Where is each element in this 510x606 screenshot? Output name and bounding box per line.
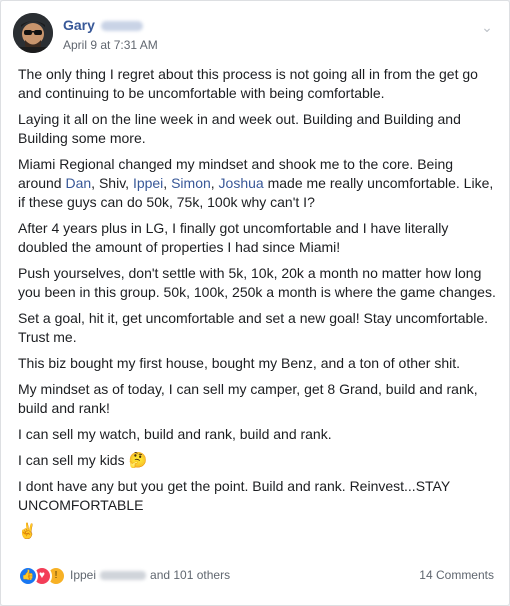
paragraph: Set a goal, hit it, get uncomfortable an… (18, 310, 489, 345)
thinking-emoji-icon: 🤔 (128, 452, 148, 469)
tag-link-simon[interactable]: Simon (171, 175, 211, 191)
paragraph: This biz bought my first house, bought m… (18, 355, 461, 371)
post-timestamp[interactable]: April 9 at 7:31 AM (63, 38, 158, 52)
chevron-down-icon[interactable]: ⌄ (477, 17, 497, 37)
post-card: Gary April 9 at 7:31 AM ⌄ The only thing… (0, 0, 510, 606)
redacted-surname (100, 21, 143, 32)
paragraph: I dont have any but you get the point. B… (18, 478, 450, 513)
paragraph: I can sell my kids 🤔 (18, 452, 148, 469)
post-header: Gary April 9 at 7:31 AM ⌄ (13, 13, 497, 57)
post-footer: 👍 ♥ ! Ippei and 101 others 14 Comments (18, 564, 494, 586)
paragraph: My mindset as of today, I can sell my ca… (18, 381, 478, 416)
author-name[interactable]: Gary (63, 17, 143, 33)
like-reaction-icon: 👍 (18, 566, 38, 586)
comments-count-link[interactable]: 14 Comments (419, 568, 494, 582)
tag-link-ippei[interactable]: Ippei (133, 175, 163, 191)
paragraph: ✌ (18, 522, 496, 541)
peace-emoji-icon: ✌ (18, 523, 37, 540)
paragraph: The only thing I regret about this proce… (18, 66, 478, 101)
tag-text-shiv: Shiv (98, 175, 126, 191)
paragraph-with-tags: Miami Regional changed my mindset and sh… (18, 156, 494, 210)
paragraph: Push yourselves, don't settle with 5k, 1… (18, 265, 496, 300)
reaction-summary[interactable]: Ippei and 101 others (70, 568, 230, 582)
post-body: The only thing I regret about this proce… (18, 65, 496, 548)
paragraph: Laying it all on the line week in and we… (18, 111, 461, 146)
paragraph: After 4 years plus in LG, I finally got … (18, 220, 449, 255)
author-avatar[interactable] (13, 13, 53, 53)
avatar-image (13, 13, 53, 53)
tag-link-dan[interactable]: Dan (65, 175, 91, 191)
reaction-icons[interactable]: 👍 ♥ ! (18, 566, 70, 586)
tag-link-joshua[interactable]: Joshua (219, 175, 264, 191)
paragraph: I can sell my watch, build and rank, bui… (18, 426, 332, 442)
redacted-surname (100, 571, 147, 581)
